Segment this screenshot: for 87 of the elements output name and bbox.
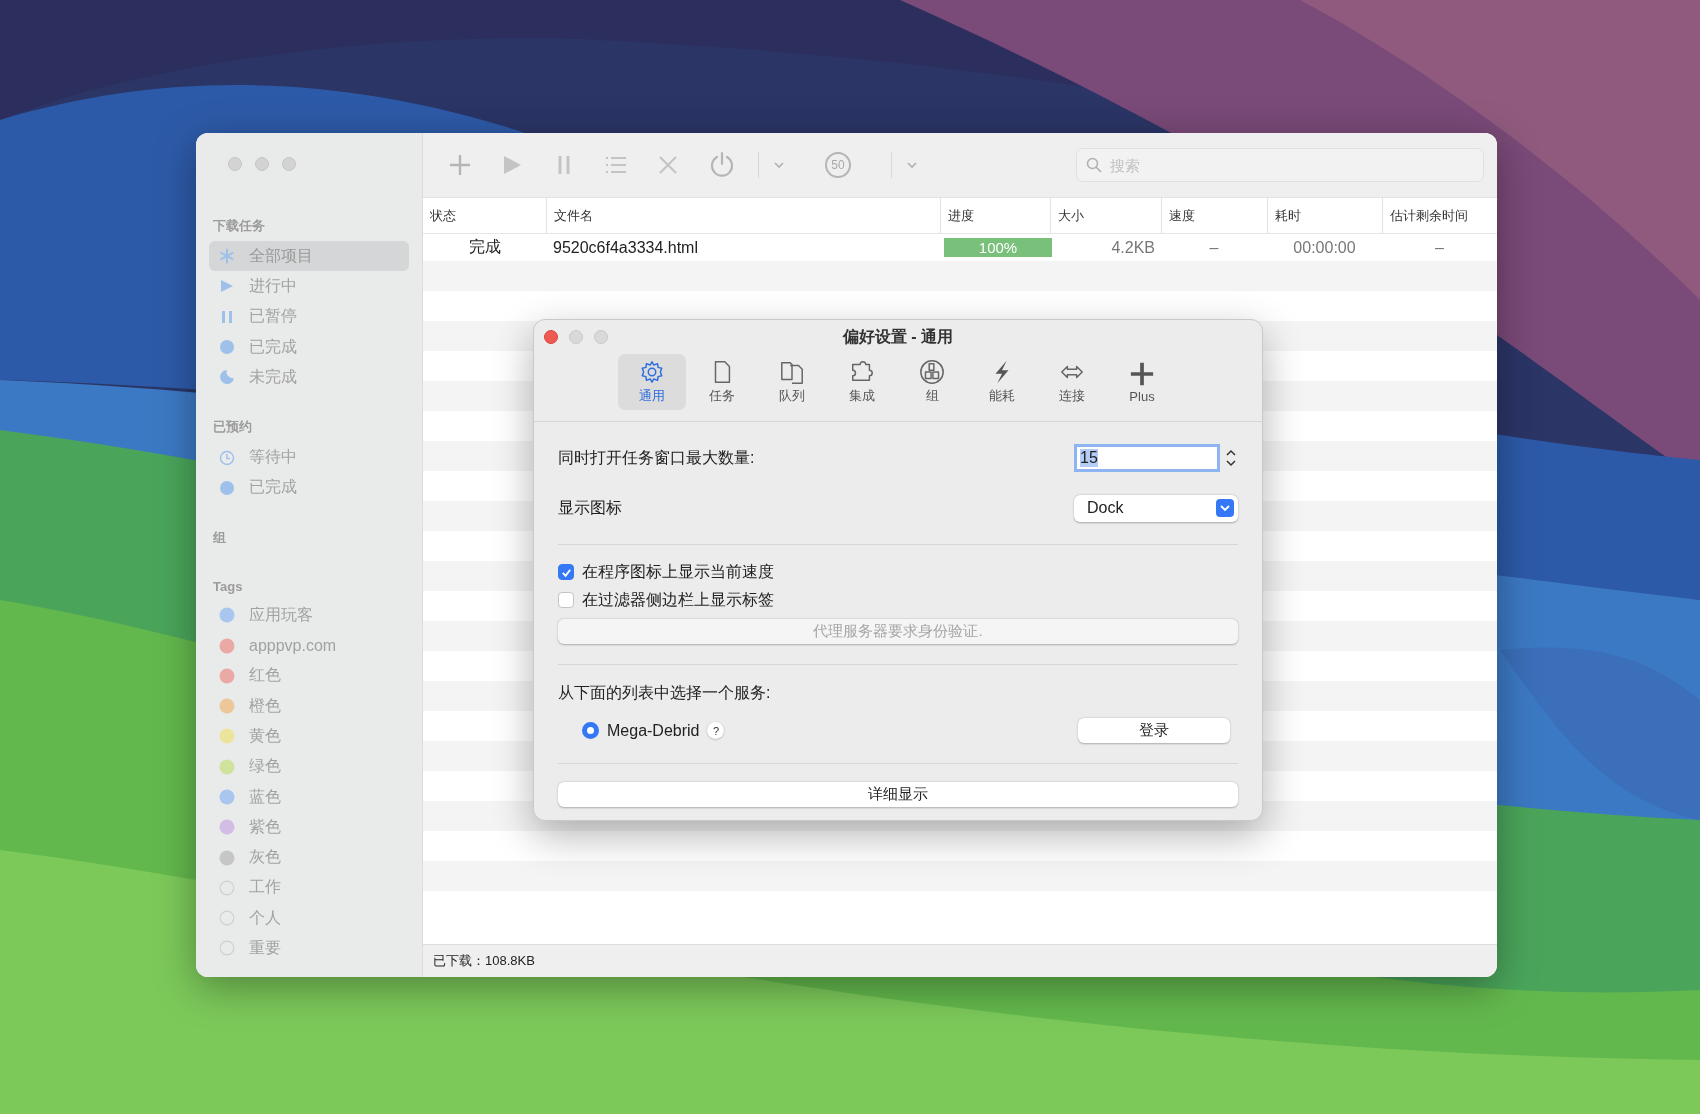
- ring-icon: [219, 940, 235, 957]
- checkbox-label: 在过滤器侧边栏上显示标签: [582, 589, 774, 610]
- clock-icon: [219, 449, 235, 466]
- circle-icon: [219, 479, 235, 496]
- zoom-button[interactable]: [282, 157, 296, 171]
- sidebar-item[interactable]: 等待中: [209, 442, 409, 473]
- sidebar-item[interactable]: 绿色: [209, 751, 409, 782]
- checkbox-label: 在程序图标上显示当前速度: [582, 561, 774, 582]
- documents-icon: [779, 359, 805, 385]
- table-cell-text: –: [1434, 238, 1445, 257]
- close-button[interactable]: [228, 157, 242, 171]
- preference-tab[interactable]: 能耗: [968, 354, 1036, 410]
- play-icon: [219, 278, 235, 295]
- preference-tab[interactable]: 队列: [758, 354, 826, 410]
- help-button[interactable]: ?: [707, 722, 725, 739]
- column-header[interactable]: 估计剩余时间: [1382, 198, 1497, 233]
- sidebar-item[interactable]: 已完成: [209, 472, 409, 504]
- section-label: 从下面的列表中选择一个服务:: [558, 683, 772, 703]
- section-header: 已预约: [212, 418, 253, 437]
- column-header[interactable]: 状态: [423, 198, 546, 233]
- column-header[interactable]: 文件名: [546, 198, 940, 233]
- column-header[interactable]: 速度: [1161, 198, 1267, 233]
- preference-tab[interactable]: Plus: [1108, 354, 1176, 410]
- pause-icon: [219, 308, 235, 325]
- sidebar-item[interactable]: 已完成: [209, 331, 409, 363]
- sidebar-item[interactable]: 橙色: [209, 690, 409, 722]
- minimize-button[interactable]: [569, 330, 583, 344]
- number-field[interactable]: 15: [1074, 444, 1220, 472]
- column-header[interactable]: 耗时: [1267, 198, 1382, 233]
- section-header: 下载任务: [212, 217, 266, 235]
- table-cell-text: 00:00:00: [1292, 238, 1357, 257]
- power-icon[interactable]: [708, 151, 736, 179]
- preference-tab[interactable]: 通用: [618, 354, 686, 410]
- circle-icon: [219, 339, 235, 356]
- settings-icon: [639, 359, 665, 385]
- sidebar-item[interactable]: 个人: [209, 903, 409, 934]
- preference-tab[interactable]: 任务: [688, 354, 756, 410]
- asterisk-icon: [219, 248, 235, 265]
- section-header: Tags: [212, 579, 244, 595]
- progress-bar: 100%: [944, 238, 1052, 257]
- sidebar-item[interactable]: 应用玩客: [209, 600, 409, 631]
- status-text: 已下载：108.8KB: [433, 952, 535, 970]
- dialog-title: 偏好设置 - 通用: [842, 326, 954, 347]
- table-cell-text: 9520c6f4a3334.html: [552, 238, 699, 257]
- ring-icon: [219, 910, 235, 927]
- sidebar-item[interactable]: 重要: [209, 933, 409, 964]
- add-icon[interactable]: [448, 153, 472, 177]
- preference-tab[interactable]: 连接: [1038, 354, 1106, 410]
- radio-button[interactable]: [582, 722, 599, 739]
- group-icon: [919, 359, 945, 385]
- sidebar-item[interactable]: 已暂停: [209, 301, 409, 332]
- login-button[interactable]: 登录: [1078, 718, 1230, 743]
- sidebar-item[interactable]: 灰色: [209, 842, 409, 873]
- field-label: 显示图标: [558, 497, 622, 518]
- caret-icon[interactable]: [906, 161, 918, 169]
- column-header[interactable]: 大小: [1050, 198, 1161, 233]
- sidebar-item[interactable]: 黄色: [209, 721, 409, 752]
- plus-icon: [1129, 360, 1155, 387]
- close-button[interactable]: [544, 330, 558, 344]
- sidebar-item[interactable]: 红色: [209, 660, 409, 691]
- table-cell-text: 完成: [467, 237, 502, 257]
- sidebar-item[interactable]: 蓝色: [209, 781, 409, 813]
- sidebar-item[interactable]: 紫色: [209, 812, 409, 843]
- caret-icon[interactable]: [773, 161, 785, 169]
- search-icon: [1086, 157, 1102, 173]
- preference-tab[interactable]: 组: [898, 354, 966, 410]
- sidebar-item[interactable]: 工作: [209, 872, 409, 904]
- dropdown[interactable]: Dock: [1074, 494, 1238, 522]
- ring-icon: [219, 879, 235, 896]
- zoom-button[interactable]: [594, 330, 608, 344]
- preference-tab[interactable]: 集成: [828, 354, 896, 410]
- checkbox[interactable]: [558, 592, 574, 608]
- sidebar-item[interactable]: 未完成: [209, 362, 409, 393]
- minimize-button[interactable]: [255, 157, 269, 171]
- speed-limit-badge[interactable]: 50: [825, 152, 851, 178]
- moon-icon: [219, 369, 235, 386]
- table-cell-text: –: [1208, 238, 1220, 257]
- radio-label: Mega-Debrid: [607, 721, 700, 740]
- details-button[interactable]: 详细显示: [558, 782, 1238, 807]
- table-cell-text: 4.2KB: [1110, 238, 1156, 257]
- section-header: 组: [212, 529, 227, 548]
- sidebar-item[interactable]: 进行中: [209, 271, 409, 302]
- checkbox[interactable]: [558, 564, 574, 580]
- chevron-icon: [1216, 499, 1234, 517]
- column-header[interactable]: 进度: [940, 198, 1050, 233]
- sidebar-item[interactable]: apppvp.com: [209, 630, 409, 661]
- field-label: 同时打开任务窗口最大数量:: [558, 447, 755, 468]
